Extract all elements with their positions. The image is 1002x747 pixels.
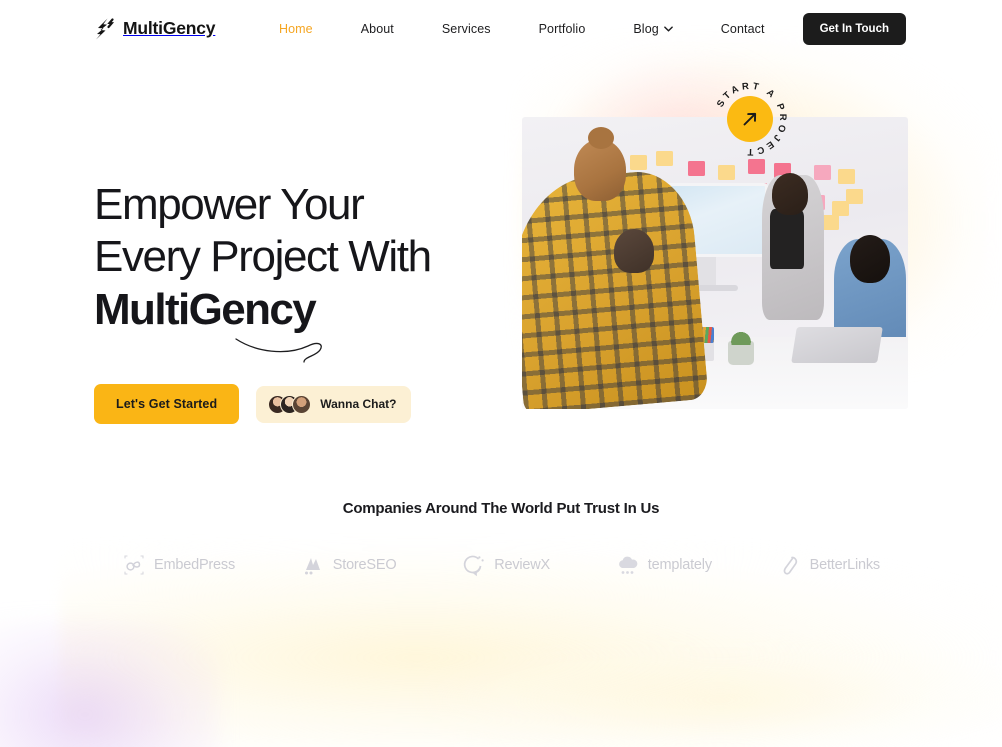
person-plaid-foreground (522, 167, 709, 409)
avatar-stack (268, 394, 312, 414)
hero-media: START A PROJECT (522, 81, 908, 424)
partner-logo-reviewx: ReviewX (462, 553, 550, 577)
nav-item-services[interactable]: Services (418, 16, 515, 42)
trust-section: Companies Around The World Put Trust In … (0, 500, 1002, 577)
hero-copy: Empower Your Every Project With MultiGen… (94, 117, 504, 425)
nav-item-portfolio[interactable]: Portfolio (515, 16, 610, 42)
partner-logo-embedpress: EmbedPress (122, 553, 235, 577)
embedpress-icon (124, 555, 144, 575)
partner-logo-row: EmbedPress StoreSEO ReviewX templately B… (0, 553, 1002, 577)
chevron-down-icon (663, 25, 673, 32)
templately-icon (618, 556, 638, 574)
person-presenting-shirt (770, 209, 804, 269)
hero-image (522, 117, 908, 409)
person-plaid-hair-bun (588, 127, 614, 149)
partner-logo-label: BetterLinks (809, 557, 881, 574)
start-a-project-badge[interactable]: START A PROJECT (712, 81, 788, 157)
person-presenting-head (772, 173, 808, 215)
nav-item-blog-label: Blog (633, 21, 659, 36)
hero-actions: Let's Get Started Wanna Chat? (94, 384, 504, 425)
betterlinks-icon (783, 556, 797, 575)
hero-title: Empower Your Every Project With MultiGen… (94, 179, 504, 336)
partner-logo-label: StoreSEO (332, 557, 397, 574)
nav-item-blog[interactable]: Blog (609, 16, 696, 42)
reviewx-icon (464, 555, 484, 577)
partner-logo-label: ReviewX (494, 557, 551, 574)
desk-plant-leaves (731, 329, 751, 345)
avatar (292, 394, 312, 414)
hero-title-line-1: Empower Your (94, 180, 365, 229)
partner-logo-storeseo: StoreSEO (301, 553, 397, 577)
title-underline-squiggle-icon (235, 338, 322, 363)
bottom-preview-section: 🏅 #3 Product Of The Day Your Vision, Our… (0, 637, 1002, 747)
wanna-chat-label: Wanna Chat? (320, 397, 397, 412)
partner-logo-betterlinks: BetterLinks (778, 553, 880, 577)
main-navigation: Home About Services Portfolio Blog Conta… (255, 12, 906, 45)
hero-section: Empower Your Every Project With MultiGen… (0, 81, 1002, 425)
laptop (791, 327, 883, 363)
person-seated-right-head (850, 235, 890, 283)
lets-get-started-button[interactable]: Let's Get Started (94, 384, 240, 425)
partner-logo-label: templately (647, 557, 712, 574)
nav-item-about[interactable]: About (337, 16, 418, 42)
person-glasses-head (614, 229, 654, 273)
storeseo-icon (304, 558, 320, 575)
lightning-bolt-icon (96, 17, 115, 39)
nav-item-home[interactable]: Home (255, 16, 337, 42)
hero-title-line-3: MultiGency (94, 284, 317, 334)
brand-name: MultiGency (123, 18, 216, 38)
nav-item-contact[interactable]: Contact (697, 16, 789, 42)
brand-logo[interactable]: MultiGency (94, 17, 216, 41)
wanna-chat-button[interactable]: Wanna Chat? (256, 385, 412, 423)
partner-logo-templately: templately (616, 553, 712, 577)
get-in-touch-button[interactable]: Get In Touch (802, 12, 906, 45)
hero-title-line-2: Every Project With (94, 232, 432, 282)
trust-title: Companies Around The World Put Trust In … (342, 500, 660, 518)
partner-logo-label: EmbedPress (154, 557, 236, 574)
arrow-up-right-icon (743, 112, 757, 126)
badge-arrow-disc (727, 96, 773, 142)
site-header: MultiGency Home About Services Portfolio… (0, 0, 1002, 57)
